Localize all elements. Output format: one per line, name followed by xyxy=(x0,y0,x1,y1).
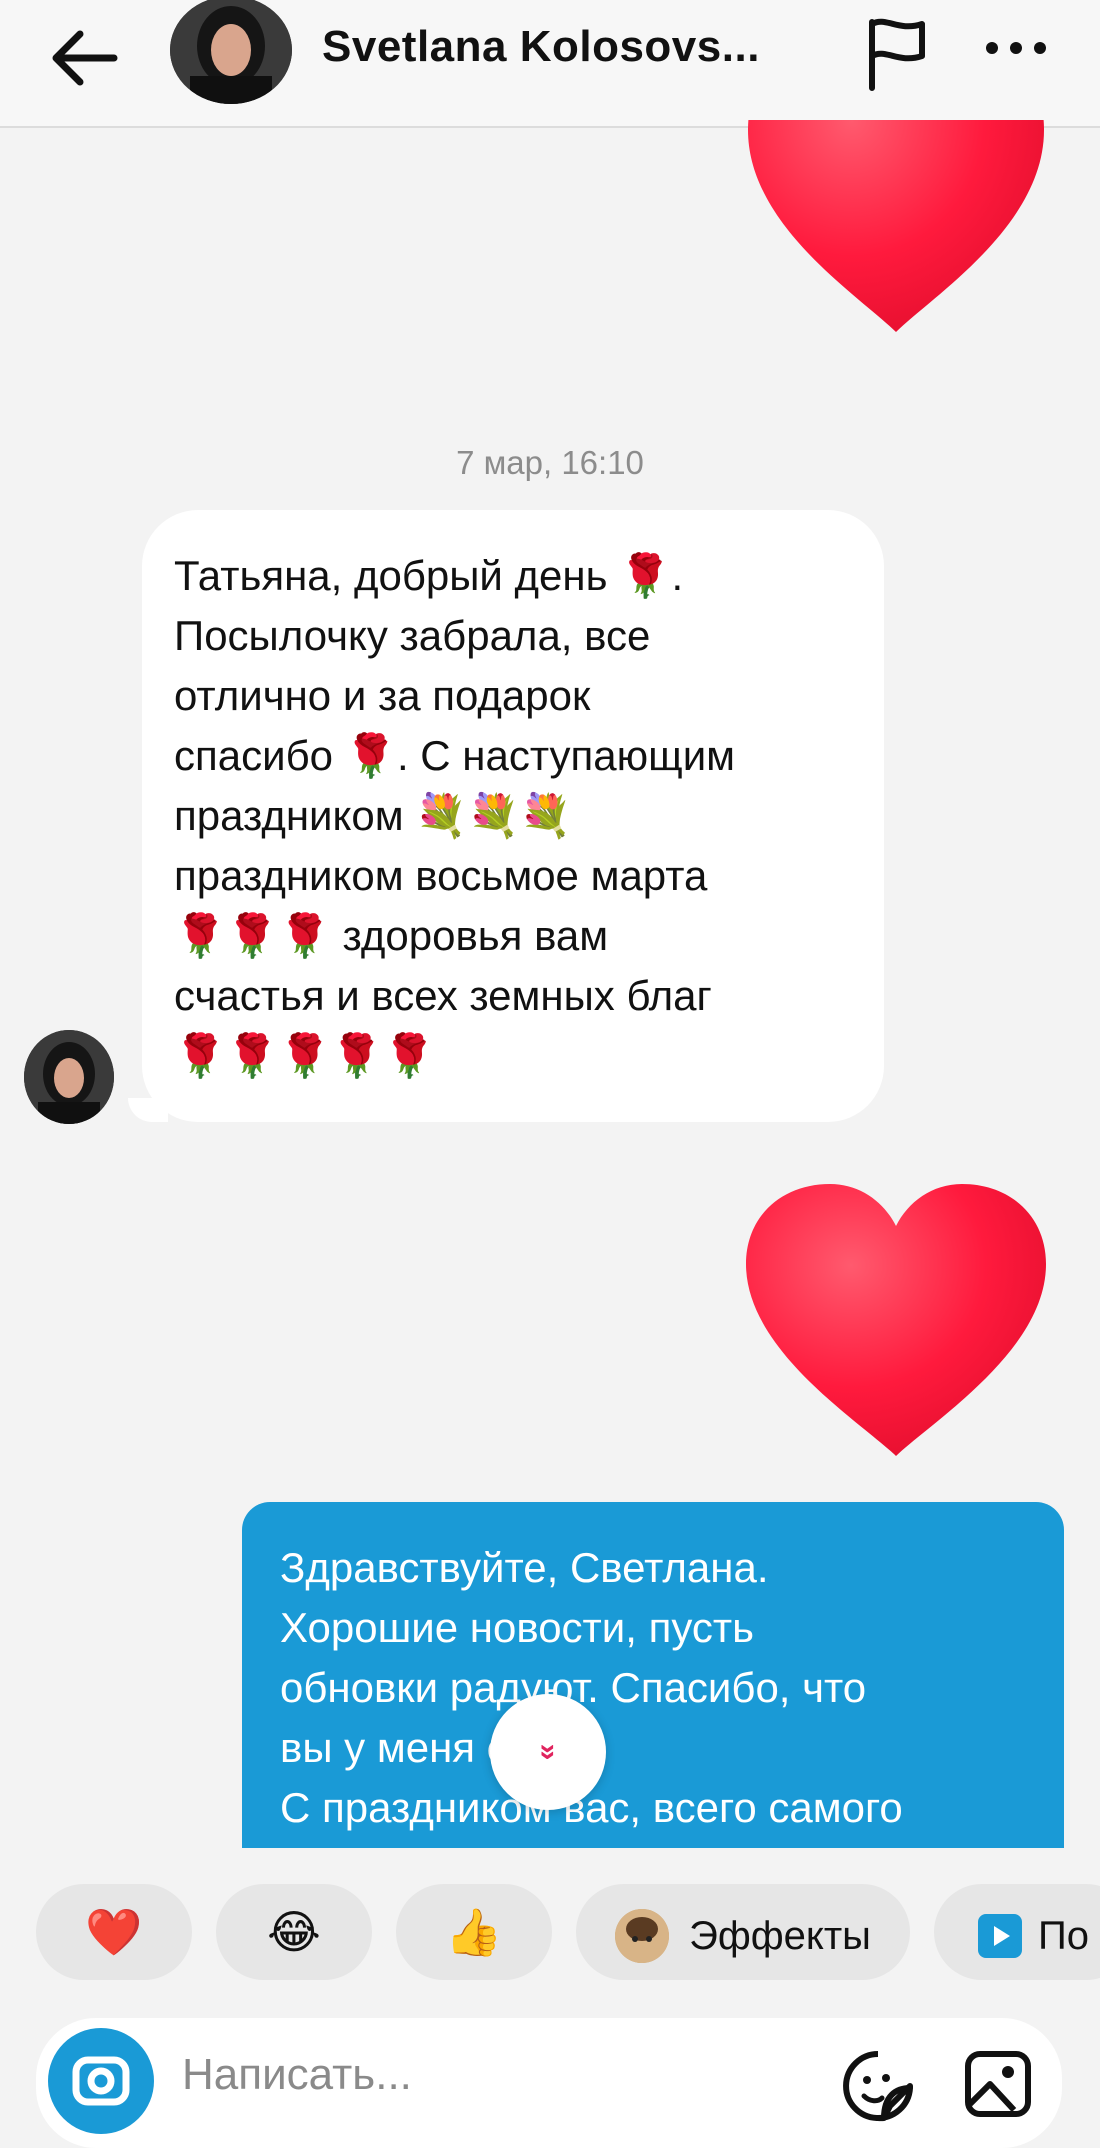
contact-name[interactable]: Svetlana Kolosovs... xyxy=(322,22,760,72)
effects-label: Эффекты xyxy=(689,1913,871,1958)
camera-icon xyxy=(72,2056,130,2106)
quick-reactions-bar: ❤️ 😂 👍 Эффекты По xyxy=(0,1884,1100,1984)
thumbs-up-icon: 👍 xyxy=(445,1906,503,1958)
message-input[interactable]: Написать... xyxy=(182,2050,412,2100)
quick-reaction-heart[interactable]: ❤️ xyxy=(36,1884,192,1980)
chat-header: Svetlana Kolosovs... xyxy=(0,0,1100,128)
scroll-down-button[interactable]: » xyxy=(490,1694,606,1810)
more-icon[interactable] xyxy=(980,24,1052,74)
next-chip-button[interactable]: По xyxy=(934,1884,1100,1980)
chevron-double-down-icon: » xyxy=(532,1743,565,1761)
effects-button[interactable]: Эффекты xyxy=(576,1884,910,1980)
message-timestamp: 7 мар, 16:10 xyxy=(456,444,644,481)
next-chip-label: По xyxy=(1038,1913,1089,1958)
camera-button[interactable] xyxy=(48,2028,154,2134)
sticker-icon[interactable] xyxy=(840,2048,916,2124)
quick-reaction-thumbs-up[interactable]: 👍 xyxy=(396,1884,552,1980)
sender-avatar[interactable] xyxy=(24,1030,114,1124)
outgoing-message-text: Здравствуйте, Светлана. Хорошие новости,… xyxy=(280,1544,903,1831)
incoming-message-bubble[interactable]: Татьяна, добрый день 🌹. Посылочку забрал… xyxy=(142,510,884,1122)
play-icon xyxy=(978,1913,1022,1958)
laughing-face-icon: 😂 xyxy=(267,1906,321,1958)
message-composer: Написать... xyxy=(36,2018,1062,2148)
incoming-message-text: Татьяна, добрый день 🌹. Посылочку забрал… xyxy=(174,552,736,1079)
outgoing-message-bubble[interactable]: Здравствуйте, Светлана. Хорошие новости,… xyxy=(242,1502,1064,1848)
heart-icon: ❤️ xyxy=(85,1906,143,1958)
effects-face-icon xyxy=(615,1908,670,1963)
heart-reaction-message[interactable] xyxy=(738,1180,1054,1460)
quick-reaction-laugh[interactable]: 😂 xyxy=(216,1884,372,1980)
gallery-icon[interactable] xyxy=(962,2048,1034,2120)
heart-reaction-message[interactable] xyxy=(738,120,1054,334)
flag-icon[interactable] xyxy=(862,14,932,94)
back-arrow-icon[interactable] xyxy=(44,18,124,98)
contact-avatar[interactable] xyxy=(170,0,292,104)
